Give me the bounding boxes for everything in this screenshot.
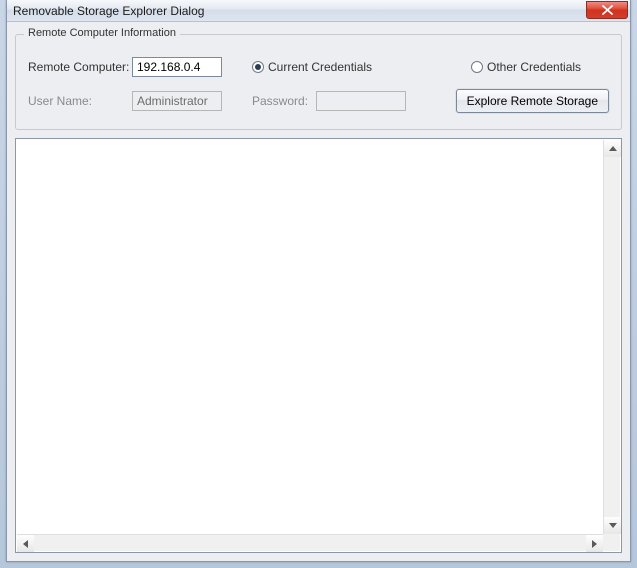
- remote-computer-label: Remote Computer:: [28, 60, 128, 74]
- close-button[interactable]: [586, 1, 628, 19]
- user-name-label: User Name:: [28, 94, 128, 108]
- scroll-left-button[interactable]: [17, 535, 34, 552]
- close-icon: [602, 5, 613, 15]
- group-legend: Remote Computer Information: [24, 27, 180, 39]
- other-credentials-label: Other Credentials: [487, 60, 581, 74]
- radio-icon: [471, 61, 483, 73]
- radio-icon: [252, 61, 264, 73]
- row-2: User Name: Password: Explore Remote Stor…: [28, 87, 609, 115]
- other-credentials-radio[interactable]: Other Credentials: [471, 60, 609, 74]
- password-label: Password:: [252, 94, 312, 108]
- current-credentials-label: Current Credentials: [268, 60, 372, 74]
- scroll-right-button[interactable]: [586, 535, 603, 552]
- arrow-up-icon: [609, 146, 617, 151]
- window-title: Removable Storage Explorer Dialog: [13, 4, 204, 18]
- scroll-down-button[interactable]: [604, 517, 621, 534]
- dialog-window: Removable Storage Explorer Dialog Remote…: [6, 0, 631, 562]
- horizontal-scrollbar[interactable]: [17, 534, 603, 551]
- listview-content: [17, 140, 603, 534]
- user-name-input: [132, 91, 222, 111]
- remote-info-group: Remote Computer Information Remote Compu…: [15, 34, 622, 130]
- title-bar: Removable Storage Explorer Dialog: [7, 0, 630, 22]
- vertical-scrollbar[interactable]: [603, 140, 620, 534]
- current-credentials-radio[interactable]: Current Credentials: [252, 60, 372, 74]
- remote-computer-input[interactable]: [132, 57, 222, 77]
- results-listview[interactable]: [15, 138, 622, 553]
- arrow-left-icon: [23, 540, 28, 548]
- client-area: Remote Computer Information Remote Compu…: [15, 28, 622, 553]
- arrow-right-icon: [592, 540, 597, 548]
- results-area: [15, 138, 622, 553]
- scrollbar-corner: [603, 534, 620, 551]
- arrow-down-icon: [609, 523, 617, 528]
- password-input: [316, 91, 406, 111]
- explore-remote-storage-button[interactable]: Explore Remote Storage: [456, 89, 609, 113]
- scroll-up-button[interactable]: [604, 140, 621, 157]
- row-1: Remote Computer: Current Credentials Oth…: [28, 53, 609, 81]
